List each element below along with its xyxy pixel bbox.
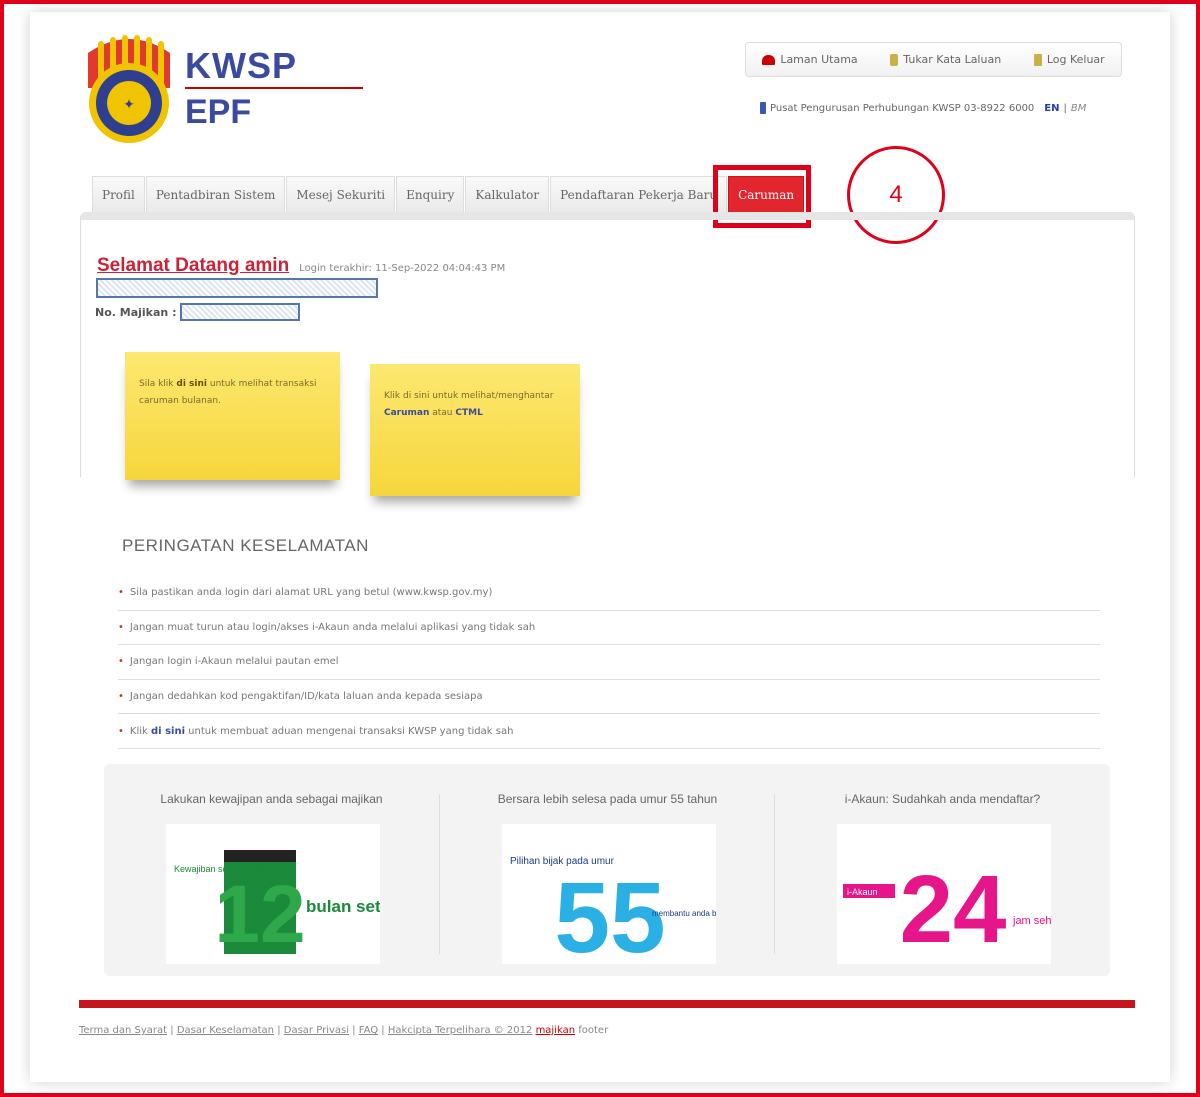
kwsp-emblem-icon: ✦ xyxy=(88,35,170,143)
redacted-company-name xyxy=(96,278,378,298)
tab-pentadbiran-sistem[interactable]: Pentadbiran Sistem xyxy=(145,176,286,213)
list-item: • Jangan login i-Akaun melalui pautan eme… xyxy=(118,645,1100,680)
last-login: Login terakhir: 11-Sep-2022 04:04:43 PM xyxy=(299,263,506,274)
promo-image-24[interactable]: 24 i-Akaun jam sehari xyxy=(837,824,1051,964)
welcome-header: Selamat Datang amin Login terakhir: 11-S… xyxy=(97,255,505,277)
employer-number-label: No. Majikan : xyxy=(95,305,177,319)
calendar-12-icon: 12 Kewajiban setiap majikan bulan setahu… xyxy=(174,850,380,960)
promo-panel: Lakukan kewajipan anda sebagai majikan 1… xyxy=(104,764,1110,976)
list-item: • Jangan dedahkan kod pengaktifan/ID/kata… xyxy=(118,680,1100,715)
bullet-icon: • xyxy=(118,587,124,599)
logout-label: Log Keluar xyxy=(1046,53,1105,66)
list-item-text: Sila pastikan anda login dari alamat URL… xyxy=(129,587,493,599)
tab-pendaftaran-pekerja-baru[interactable]: Pendaftaran Pekerja Baru xyxy=(550,176,728,213)
promo3-small1: i-Akaun xyxy=(847,887,878,897)
note2-ctml-link[interactable]: CTML xyxy=(455,408,482,418)
note1-link[interactable]: di sini xyxy=(176,379,207,389)
lang-en-link[interactable]: EN xyxy=(1044,103,1059,114)
footer-bar xyxy=(79,1000,1135,1008)
promo-image-12[interactable]: 12 Kewajiban setiap majikan bulan setahu… xyxy=(166,824,380,964)
report-link[interactable]: di sini xyxy=(151,726,185,737)
contact-info: Pusat Pengurusan Perhubungan KWSP 03-892… xyxy=(760,102,1086,114)
bullet-icon: • xyxy=(118,656,124,668)
lang-separator: | xyxy=(1063,102,1067,114)
promo-title: Lakukan kewajipan anda sebagai majikan xyxy=(160,792,383,806)
promo-image-55[interactable]: 55 Pilihan bijak pada umur membantu anda… xyxy=(502,824,716,964)
welcome-greeting: Selamat Datang amin xyxy=(97,255,290,276)
bullet-icon: • xyxy=(118,725,124,737)
lock-icon xyxy=(890,53,899,66)
phone-icon xyxy=(760,102,766,114)
list-item: • Klik di sini untuk membuat aduan mengen… xyxy=(118,714,1100,749)
security-list: • Sila pastikan anda login dari alamat UR… xyxy=(118,576,1100,749)
main-tabs: Profil Pentadbiran Sistem Mesej Sekuriti… xyxy=(92,176,805,213)
footer-tail: footer xyxy=(575,1025,609,1036)
kwsp-logo[interactable]: ✦ KWSP EPF xyxy=(80,33,363,148)
contact-text: Pusat Pengurusan Perhubungan KWSP 03-892… xyxy=(770,102,1035,114)
note2-caruman-link[interactable]: Caruman xyxy=(384,408,429,418)
employer-number: No. Majikan : xyxy=(95,303,301,321)
promo2-small1: Pilihan bijak pada umur xyxy=(510,856,615,867)
list-item-text: Jangan dedahkan kod pengaktifan/ID/kata … xyxy=(129,691,483,703)
note2-text-mid: atau xyxy=(429,408,456,419)
tab-profil[interactable]: Profil xyxy=(92,176,145,213)
top-links-bar: Laman Utama Tukar Kata Laluan Log Keluar xyxy=(745,42,1122,77)
sticky-note-monthly-contribution: Sila klik di sini untuk melihat transaks… xyxy=(125,352,340,480)
footer-copyright[interactable]: Hakcipta Terpelihara © 2012 xyxy=(388,1025,533,1036)
footer-link-faq[interactable]: FAQ xyxy=(359,1025,378,1036)
tab-mesej-sekuriti[interactable]: Mesej Sekuriti xyxy=(286,176,396,213)
home-link-label: Laman Utama xyxy=(780,53,858,66)
promo-employer-duty[interactable]: Lakukan kewajipan anda sebagai majikan 1… xyxy=(104,764,439,976)
list-item: • Sila pastikan anda login dari alamat UR… xyxy=(118,576,1100,611)
redacted-employer-number xyxy=(180,303,301,321)
promo1-small1: Kewajiban setiap majikan xyxy=(174,864,276,874)
bullet-icon: • xyxy=(118,621,124,633)
promo-retire-55[interactable]: Bersara lebih selesa pada umur 55 tahun … xyxy=(440,764,775,976)
i-akaun-24-icon: 24 i-Akaun jam sehari xyxy=(843,856,1051,963)
tab-enquiry[interactable]: Enquiry xyxy=(396,176,465,213)
svg-text:✦: ✦ xyxy=(123,97,135,113)
promo1-small2: bulan setahun xyxy=(306,897,380,916)
note1-text-pre: Sila klik xyxy=(139,379,177,389)
list-item: • Jangan muat turun atau login/akses i-Ak… xyxy=(118,611,1100,646)
report-text-post: untuk membuat aduan mengenai transaksi K… xyxy=(185,725,514,737)
bullet-icon: • xyxy=(118,691,124,703)
report-text-pre: Klik xyxy=(129,725,151,737)
svg-text:12: 12 xyxy=(214,869,305,960)
retire-55-icon: 55 Pilihan bijak pada umur membantu anda… xyxy=(510,856,716,964)
sticky-note-submit-contribution: Klik di sini untuk melihat/menghantar Ca… xyxy=(370,364,580,496)
promo-title: Bersara lebih selesa pada umur 55 tahun xyxy=(497,792,718,806)
footer-link-security-policy[interactable]: Dasar Keselamatan xyxy=(177,1025,274,1036)
list-item-text: Jangan login i-Akaun melalui pautan emel xyxy=(129,656,339,668)
home-icon xyxy=(762,54,776,65)
logout-icon xyxy=(1033,53,1042,66)
brand-kwsp: KWSP xyxy=(185,45,297,86)
security-title: PERINGATAN KESELAMATAN xyxy=(122,536,369,555)
change-password-link[interactable]: Tukar Kata Laluan xyxy=(890,53,1001,66)
list-item-text: Jangan muat turun atau login/akses i-Aka… xyxy=(129,621,536,633)
home-link[interactable]: Laman Utama xyxy=(762,53,858,66)
tab-kalkulator[interactable]: Kalkulator xyxy=(465,176,550,213)
brand-divider xyxy=(185,87,363,89)
note2-text-pre: Klik di sini untuk melihat/menghantar xyxy=(384,391,554,401)
logout-link[interactable]: Log Keluar xyxy=(1033,53,1105,66)
promo-i-akaun[interactable]: i-Akaun: Sudahkah anda mendaftar? 24 i-A… xyxy=(775,764,1110,976)
brand-epf: EPF xyxy=(185,93,252,131)
promo2-small2: membantu anda bersara lebih selesa xyxy=(652,909,716,918)
change-password-label: Tukar Kata Laluan xyxy=(903,53,1002,66)
lang-bm-link[interactable]: BM xyxy=(1071,103,1087,114)
footer-link-terms[interactable]: Terma dan Syarat xyxy=(79,1025,167,1036)
footer-links: Terma dan Syarat | Dasar Keselamatan | D… xyxy=(79,1025,609,1036)
svg-text:24: 24 xyxy=(900,856,1007,963)
promo-title: i-Akaun: Sudahkah anda mendaftar? xyxy=(844,792,1041,806)
footer-link-privacy[interactable]: Dasar Privasi xyxy=(284,1025,349,1036)
footer-majikan[interactable]: majikan xyxy=(536,1025,576,1036)
svg-text:55: 55 xyxy=(554,862,665,964)
promo3-small2: jam sehari xyxy=(1012,915,1051,927)
